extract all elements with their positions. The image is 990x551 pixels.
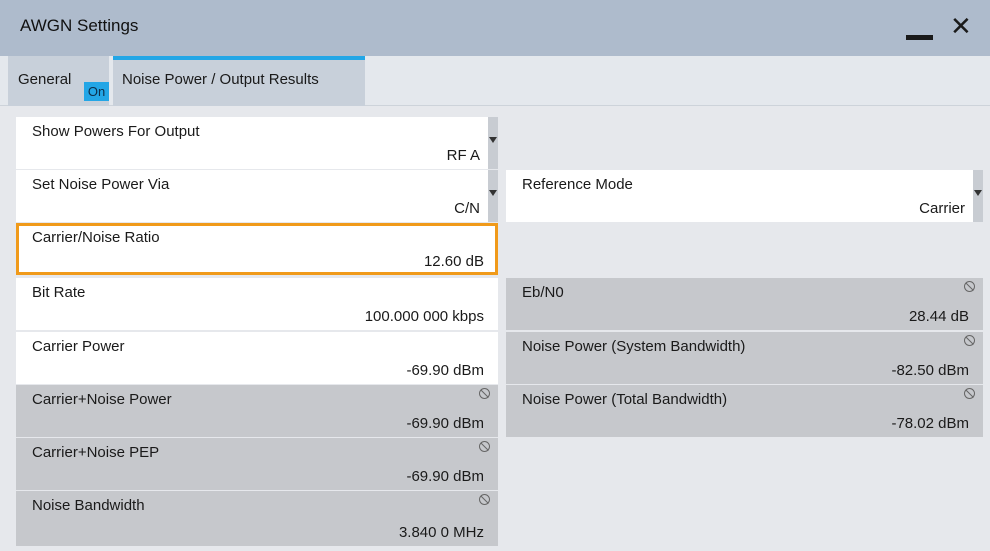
window-title: AWGN Settings <box>20 16 139 35</box>
field-value: 28.44 dB <box>908 308 969 325</box>
tab-general[interactable]: General On <box>8 56 109 106</box>
status-badge: On <box>84 82 109 101</box>
close-icon[interactable]: ✕ <box>950 13 972 39</box>
field-label: Carrier+Noise PEP <box>32 444 160 461</box>
tab-noise-power-output-results[interactable]: Noise Power / Output Results <box>113 56 365 106</box>
bit-rate-input[interactable]: Bit Rate 100.000 000 kbps <box>16 278 498 330</box>
field-label: Carrier/Noise Ratio <box>32 229 160 246</box>
read-only-icon <box>964 388 975 399</box>
field-label: Bit Rate <box>32 284 86 301</box>
carrier-noise-ratio-input[interactable]: Carrier/Noise Ratio 12.60 dB <box>16 223 498 275</box>
field-value: Carrier <box>919 200 965 217</box>
field-label: Carrier Power <box>32 338 125 355</box>
reference-mode-dropdown[interactable]: Reference Mode Carrier <box>506 170 983 222</box>
field-value: -69.90 dBm <box>406 468 484 485</box>
noise-power-total-bandwidth-readout: Noise Power (Total Bandwidth) -78.02 dBm <box>506 385 983 437</box>
tab-noise-label: Noise Power / Output Results <box>122 71 319 88</box>
carrier-power-input[interactable]: Carrier Power -69.90 dBm <box>16 332 498 384</box>
field-value: C/N <box>454 200 480 217</box>
field-value: -78.02 dBm <box>891 415 969 432</box>
tab-general-label: General <box>18 71 72 88</box>
field-value: -82.50 dBm <box>891 362 969 379</box>
minimize-icon[interactable] <box>906 35 933 40</box>
chevron-down-icon[interactable] <box>488 170 498 222</box>
noise-bandwidth-readout: Noise Bandwidth 3.840 0 MHz <box>16 491 498 546</box>
chevron-down-icon[interactable] <box>973 170 983 222</box>
field-label: Reference Mode <box>522 176 633 193</box>
field-value: 12.60 dB <box>423 253 484 270</box>
read-only-icon <box>479 388 490 399</box>
read-only-icon <box>964 335 975 346</box>
field-label: Carrier+Noise Power <box>32 391 172 408</box>
set-noise-power-via-dropdown[interactable]: Set Noise Power Via C/N <box>16 170 498 222</box>
field-label: Noise Bandwidth <box>32 497 145 514</box>
carrier-noise-power-readout: Carrier+Noise Power -69.90 dBm <box>16 385 498 437</box>
title-bar: AWGN Settings ✕ <box>0 0 990 56</box>
field-label: Eb/N0 <box>522 284 564 301</box>
field-value: -69.90 dBm <box>406 362 484 379</box>
field-label: Noise Power (System Bandwidth) <box>522 338 746 355</box>
read-only-icon <box>479 494 490 505</box>
show-powers-for-output-dropdown[interactable]: Show Powers For Output RF A <box>16 117 498 169</box>
carrier-noise-pep-readout: Carrier+Noise PEP -69.90 dBm <box>16 438 498 490</box>
field-label: Show Powers For Output <box>32 123 200 140</box>
field-value: 100.000 000 kbps <box>364 308 484 325</box>
noise-power-system-bandwidth-readout: Noise Power (System Bandwidth) -82.50 dB… <box>506 332 983 384</box>
field-value: 3.840 0 MHz <box>398 524 484 541</box>
eb-n0-readout: Eb/N0 28.44 dB <box>506 278 983 330</box>
read-only-icon <box>964 281 975 292</box>
chevron-down-icon[interactable] <box>488 117 498 169</box>
field-label: Noise Power (Total Bandwidth) <box>522 391 728 408</box>
read-only-icon <box>479 441 490 452</box>
field-value: -69.90 dBm <box>406 415 484 432</box>
field-value: RF A <box>446 147 480 164</box>
field-label: Set Noise Power Via <box>32 176 170 193</box>
tab-bar: General On Noise Power / Output Results <box>0 56 990 106</box>
